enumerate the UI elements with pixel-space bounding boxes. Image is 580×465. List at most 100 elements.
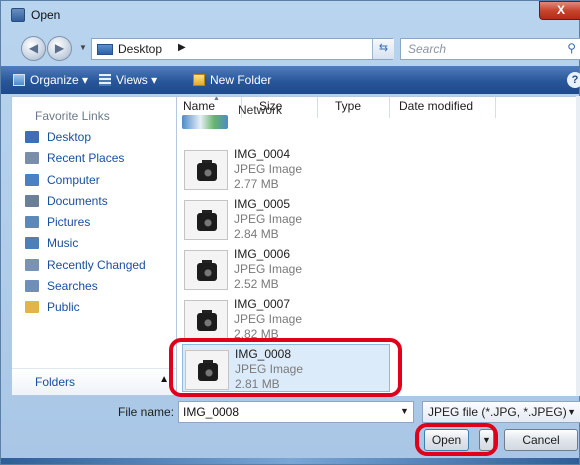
folders-label: Folders: [35, 375, 76, 389]
sidebar-item-label: Recently Changed: [47, 257, 146, 272]
recent-pages-dropdown[interactable]: ▼: [79, 43, 87, 52]
file-name-dropdown-icon[interactable]: ▼: [400, 406, 409, 416]
app-icon: [11, 8, 25, 22]
selected-file-highlight: [169, 338, 402, 397]
sidebar-item-music[interactable]: Music: [25, 236, 146, 257]
chevron-up-icon[interactable]: ▲: [159, 374, 169, 385]
organize-label: Organize: [30, 73, 79, 87]
list-item[interactable]: IMG_0006 JPEG Image 2.52 MB: [182, 245, 392, 295]
sidebar-item-pictures[interactable]: Pictures: [25, 215, 146, 236]
sidebar-item-recently-changed[interactable]: Recently Changed: [25, 258, 146, 279]
column-divider[interactable]: [389, 97, 390, 118]
sidebar-item-documents[interactable]: Documents: [25, 194, 146, 215]
sidebar-item-desktop[interactable]: Desktop: [25, 130, 146, 151]
sidebar-item-label: Desktop: [47, 130, 92, 144]
file-type: JPEG Image: [234, 262, 303, 276]
window-title: Open: [31, 8, 61, 22]
sidebar-item-label: Recent Places: [47, 151, 125, 166]
open-button-highlight: [415, 423, 498, 456]
file-name: IMG_0004: [234, 147, 291, 161]
favorite-links-list: Desktop Recent Places Computer Documents…: [25, 130, 146, 322]
close-button[interactable]: X: [539, 1, 580, 20]
sort-caret-icon: ▲: [213, 96, 220, 102]
file-name-field[interactable]: [178, 401, 414, 423]
sidebar-item-searches[interactable]: Searches: [25, 279, 146, 300]
pictures-icon: [25, 216, 39, 229]
address-location[interactable]: Desktop: [118, 42, 162, 56]
public-folder-icon: [25, 301, 39, 314]
sidebar-item-label: Documents: [47, 193, 108, 208]
address-bar[interactable]: Desktop ▶ ▼: [91, 38, 393, 60]
sidebar-item-public[interactable]: Public: [25, 300, 146, 321]
sidebar-item-computer[interactable]: Computer: [25, 173, 146, 194]
list-item[interactable]: IMG_0004 JPEG Image 2.77 MB: [182, 145, 392, 195]
column-divider[interactable]: [495, 97, 496, 118]
forward-arrow-icon: ▶: [54, 41, 65, 55]
views-icon: [99, 74, 111, 86]
camera-thumbnail-icon: [184, 150, 228, 190]
sidebar-item-label: Searches: [47, 279, 98, 294]
recent-places-icon: [25, 152, 39, 165]
file-size: 2.77 MB: [234, 177, 279, 191]
file-type: JPEG Image: [234, 212, 303, 226]
taskbar-strip: [1, 458, 579, 464]
refresh-button[interactable]: ⇆: [372, 39, 394, 59]
file-type: JPEG Image: [234, 312, 303, 326]
search-placeholder: Search: [408, 42, 447, 56]
search-icon[interactable]: ⚲: [567, 41, 576, 55]
new-folder-button[interactable]: New Folder: [193, 73, 271, 87]
desktop-icon: [25, 131, 39, 143]
list-item-network[interactable]: Network: [182, 103, 282, 133]
cancel-button[interactable]: Cancel: [504, 429, 578, 451]
chevron-down-icon: ▼: [567, 407, 576, 417]
breadcrumb-arrow-icon[interactable]: ▶: [178, 42, 186, 53]
forward-button[interactable]: ▶: [47, 36, 72, 61]
desktop-folder-icon: [97, 44, 113, 55]
new-folder-icon: [193, 74, 205, 86]
sidebar-item-recent-places[interactable]: Recent Places: [25, 151, 146, 172]
refresh-icon: ⇆: [378, 42, 389, 54]
recently-changed-icon: [25, 258, 39, 271]
file-size: 2.52 MB: [234, 277, 279, 291]
file-type: JPEG Image: [234, 162, 303, 176]
back-button[interactable]: ◀: [21, 36, 46, 61]
column-header-type[interactable]: Type: [335, 99, 361, 113]
file-name-label: File name:: [118, 405, 174, 419]
sidebar-item-label: Public: [47, 300, 80, 315]
views-button[interactable]: Views ▾: [99, 73, 157, 87]
searches-icon: [25, 280, 39, 293]
organize-button[interactable]: Organize ▾: [13, 73, 88, 87]
new-folder-label: New Folder: [210, 73, 272, 87]
navigation-pane: Favorite Links Desktop Recent Places Com…: [11, 96, 177, 396]
network-icon: [182, 115, 228, 129]
camera-thumbnail-icon: [184, 300, 228, 340]
search-input[interactable]: Search ⚲: [400, 38, 580, 60]
organize-icon: [13, 74, 25, 86]
documents-icon: [25, 194, 39, 207]
help-icon[interactable]: ?: [567, 72, 580, 88]
file-size: 2.84 MB: [234, 227, 279, 241]
file-name: IMG_0007: [234, 297, 291, 311]
file-name: IMG_0006: [234, 247, 291, 261]
list-item-label: Network: [238, 103, 283, 117]
sidebar-item-label: Computer: [47, 172, 100, 187]
file-name-label-text: File name:: [118, 405, 175, 419]
vertical-scrollbar[interactable]: [576, 96, 580, 396]
command-toolbar: Organize ▾ Views ▾ New Folder ?: [1, 66, 580, 94]
camera-thumbnail-icon: [184, 250, 228, 290]
music-icon: [25, 237, 39, 250]
column-header-date-modified[interactable]: Date modified: [399, 99, 473, 113]
file-type-value: JPEG file (*.JPG, *.JPEG): [428, 405, 567, 419]
sidebar-item-label: Music: [47, 236, 79, 251]
file-type-select[interactable]: JPEG file (*.JPG, *.JPEG) ▼: [422, 401, 580, 423]
title-bar[interactable]: Open X: [1, 1, 580, 31]
folders-toggle[interactable]: Folders ▲: [12, 368, 176, 395]
column-divider[interactable]: [317, 97, 318, 118]
sidebar-item-label: Pictures: [47, 215, 91, 230]
camera-thumbnail-icon: [184, 200, 228, 240]
favorite-links-heading: Favorite Links: [35, 109, 110, 123]
views-label: Views: [116, 73, 148, 87]
file-name: IMG_0005: [234, 197, 291, 211]
list-item[interactable]: IMG_0005 JPEG Image 2.84 MB: [182, 195, 392, 245]
open-dialog: Open X ◀ ▶ ▼ Desktop ▶ ▼ ⇆ Search ⚲ Orga…: [0, 0, 580, 465]
